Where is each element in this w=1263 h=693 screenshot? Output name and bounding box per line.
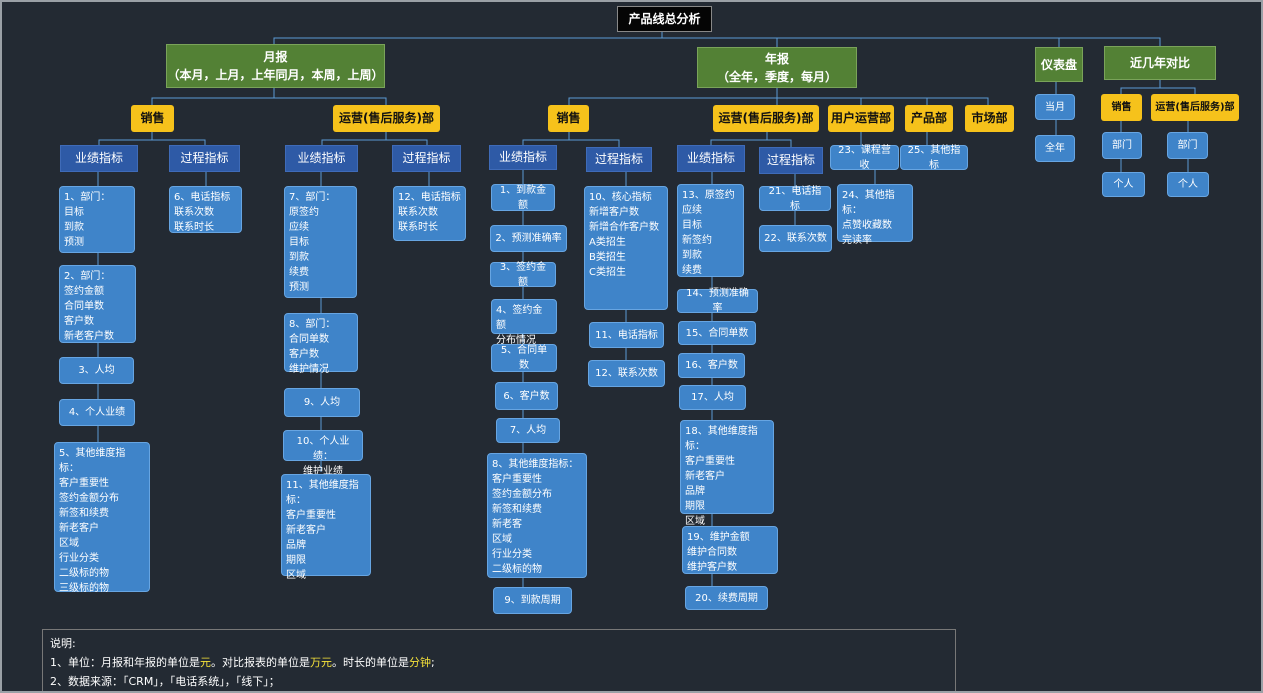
leaf-m-ops-9[interactable]: 9、人均 (284, 388, 360, 417)
compare-sales-person[interactable]: 个人 (1102, 172, 1145, 197)
monthly-ops-proc[interactable]: 过程指标 (392, 145, 461, 172)
leaf-y-ops-13[interactable]: 13、原签约 应续 目标 新签约 到款 续费 (677, 184, 744, 277)
leaf-y-ops-22[interactable]: 22、联系次数 (759, 225, 832, 252)
notes-text: 。时长的单位是 (332, 656, 409, 669)
yearly-sales-perf[interactable]: 业绩指标 (489, 145, 557, 170)
monthly-report-title: 月报 (263, 50, 288, 64)
notes-text: ; (431, 656, 435, 669)
yearly-user-ops-node[interactable]: 用户运营部 (828, 105, 894, 132)
compare-ops-person[interactable]: 个人 (1167, 172, 1209, 197)
leaf-m-ops-10[interactable]: 10、个人业绩： 维护业绩 (283, 430, 363, 477)
yearly-sales-node[interactable]: 销售 (548, 105, 589, 132)
leaf-y-ops-17[interactable]: 17、人均 (679, 385, 746, 410)
leaf-m-sales-6[interactable]: 6、电话指标 联系次数 联系时长 (169, 186, 242, 233)
notes-box: 说明: 1、单位：月报和年报的单位是元。对比报表的单位是万元。时长的单位是分钟;… (42, 629, 956, 691)
leaf-y-25[interactable]: 25、其他指标 (900, 145, 968, 171)
leaf-y-24[interactable]: 24、其他指标： 点赞收藏数 完读率 (837, 184, 913, 246)
leaf-m-sales-1[interactable]: 1、部门： 目标 到款 预测 (59, 186, 135, 253)
leaf-m-ops-12[interactable]: 12、电话指标 联系次数 联系时长 (393, 186, 466, 241)
dashboard-node[interactable]: 仪表盘 (1035, 47, 1083, 82)
notes-text: 1、单位：月报和年报的单位是 (50, 656, 200, 669)
compare-ops-node[interactable]: 运营(售后服务)部 (1151, 94, 1239, 121)
yearly-ops-node[interactable]: 运营(售后服务)部 (713, 105, 819, 132)
root-title[interactable]: 产品线总分析 (617, 6, 712, 32)
leaf-y-sales-3[interactable]: 3、签约金额 (490, 262, 556, 288)
notes-line-1: 1、单位：月报和年报的单位是元。对比报表的单位是万元。时长的单位是分钟; (50, 653, 948, 672)
leaf-y-sales-5[interactable]: 5、合同单数 (491, 344, 557, 372)
leaf-y-sales-8[interactable]: 8、其他维度指标： 客户重要性 签约金额分布 新签和续费 新老客 区域 行业分类… (487, 453, 587, 578)
yearly-sales-proc[interactable]: 过程指标 (586, 147, 652, 172)
recent-compare-node[interactable]: 近几年对比 (1104, 46, 1216, 80)
leaf-y-23[interactable]: 23、课程营收 (830, 145, 899, 171)
monthly-ops-perf[interactable]: 业绩指标 (285, 145, 358, 172)
leaf-y-sales-1[interactable]: 1、到款金额 (491, 184, 555, 211)
monthly-report-subtitle: （本月，上月，上年同月，本周，上周） (167, 68, 384, 82)
dashboard-current-month[interactable]: 当月 (1035, 94, 1075, 120)
leaf-m-ops-8[interactable]: 8、部门： 合同单数 客户数 维护情况 (284, 313, 358, 375)
yearly-report-subtitle: （全年，季度，每月） (716, 69, 837, 84)
leaf-m-ops-11[interactable]: 11、其他维度指标： 客户重要性 新老客户 品牌 期限 区域 (281, 474, 371, 581)
yearly-ops-proc[interactable]: 过程指标 (759, 147, 823, 174)
yearly-report-node[interactable]: 年报 （全年，季度，每月） (697, 47, 857, 88)
monthly-sales-perf[interactable]: 业绩指标 (60, 145, 138, 172)
leaf-y-sales-6[interactable]: 6、客户数 (495, 382, 558, 410)
leaf-y-ops-20[interactable]: 20、续费周期 (685, 586, 768, 610)
notes-heading: 说明: (50, 637, 76, 650)
leaf-y-sales-4[interactable]: 4、签约金额 分布情况 (491, 299, 557, 346)
leaf-m-sales-3[interactable]: 3、人均 (59, 357, 134, 384)
leaf-m-ops-7[interactable]: 7、部门： 原签约 应续 目标 到款 续费 预测 (284, 186, 357, 298)
yearly-report-title: 年报 (764, 51, 789, 66)
leaf-y-sales-2[interactable]: 2、预测准确率 (490, 225, 567, 252)
unit-yuan: 元 (200, 656, 211, 669)
compare-sales-node[interactable]: 销售 (1101, 94, 1142, 121)
yearly-ops-perf[interactable]: 业绩指标 (677, 145, 745, 172)
monthly-ops-node[interactable]: 运营(售后服务)部 (333, 105, 440, 132)
yearly-market-node[interactable]: 市场部 (965, 105, 1014, 132)
unit-minute: 分钟 (409, 656, 431, 669)
mindmap-canvas: 产品线总分析 月报 （本月，上月，上年同月，本周，上周） 年报 （全年，季度，每… (0, 0, 1263, 693)
leaf-m-sales-5[interactable]: 5、其他维度指标： 客户重要性 签约金额分布 新签和续费 新老客户 区域 行业分… (54, 442, 150, 594)
compare-sales-dept[interactable]: 部门 (1102, 132, 1142, 159)
leaf-y-ops-15[interactable]: 15、合同单数 (678, 321, 756, 345)
leaf-m-sales-4[interactable]: 4、个人业绩 (59, 399, 135, 426)
leaf-y-sales-11[interactable]: 11、电话指标 (589, 322, 664, 348)
leaf-y-sales-12[interactable]: 12、联系次数 (588, 360, 665, 387)
leaf-m-sales-2[interactable]: 2、部门： 签约金额 合同单数 客户数 新老客户数 (59, 265, 136, 343)
leaf-y-sales-7[interactable]: 7、人均 (496, 418, 560, 443)
leaf-y-sales-10[interactable]: 10、核心指标 新增客户数 新增合作客户数 A类招生 B类招生 C类招生 (584, 186, 668, 310)
notes-text: 。对比报表的单位是 (211, 656, 310, 669)
leaf-y-ops-16[interactable]: 16、客户数 (678, 353, 745, 378)
monthly-sales-node[interactable]: 销售 (131, 105, 174, 132)
leaf-y-ops-14[interactable]: 14、预测准确率 (677, 288, 758, 314)
dashboard-full-year[interactable]: 全年 (1035, 135, 1075, 162)
yearly-product-node[interactable]: 产品部 (905, 105, 953, 132)
leaf-y-ops-21[interactable]: 21、电话指标 (759, 186, 831, 212)
leaf-y-ops-18[interactable]: 18、其他维度指标： 客户重要性 新老客户 品牌 期限 区域 (680, 420, 774, 527)
unit-wanyuan: 万元 (310, 656, 332, 669)
compare-ops-dept[interactable]: 部门 (1167, 132, 1208, 159)
leaf-y-ops-19[interactable]: 19、维护金额 维护合同数 维护客户数 (682, 526, 778, 574)
notes-line-2: 2、数据来源：「CRM」，「电话系统」，「线下」； (50, 675, 280, 688)
leaf-y-sales-9[interactable]: 9、到款周期 (493, 587, 572, 614)
monthly-report-node[interactable]: 月报 （本月，上月，上年同月，本周，上周） (166, 44, 385, 88)
monthly-sales-proc[interactable]: 过程指标 (169, 145, 240, 172)
